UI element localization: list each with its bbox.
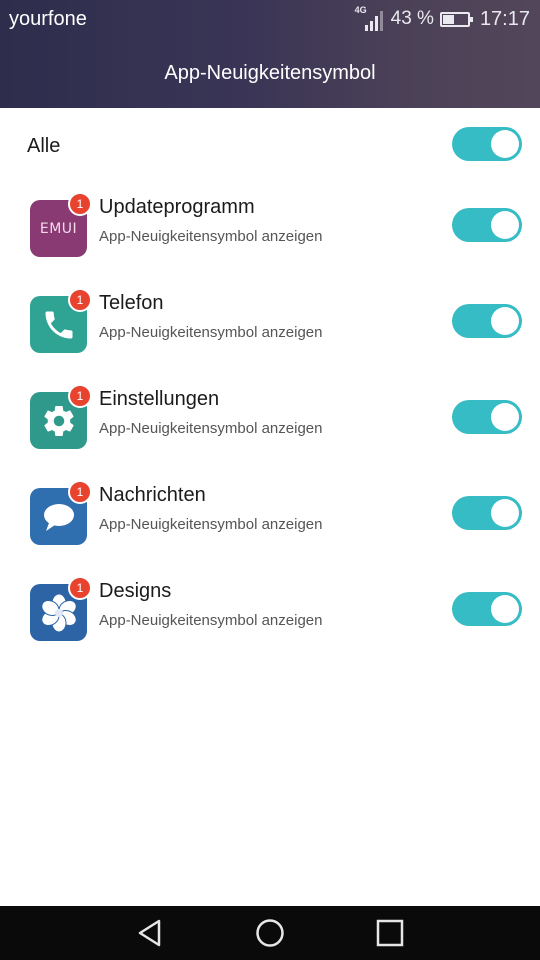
all-toggle-row[interactable]: Alle xyxy=(0,108,540,182)
all-toggle-label: Alle xyxy=(27,135,61,157)
app-name: Nachrichten xyxy=(99,484,206,506)
gear-glyph xyxy=(43,405,74,436)
toggle-knob xyxy=(491,499,519,527)
flower-glyph xyxy=(40,593,77,632)
notification-badge: 1 xyxy=(68,192,92,216)
signal-strength-icon xyxy=(364,11,383,31)
battery-icon xyxy=(439,11,473,27)
navigation-bar xyxy=(0,906,540,960)
toggle-knob xyxy=(491,307,519,335)
back-icon[interactable] xyxy=(134,917,166,949)
app-row-telefon[interactable]: 1 Telefon App-Neuigkeitensymbol anzeigen xyxy=(0,278,540,374)
home-icon[interactable] xyxy=(254,917,286,949)
app-row-updateprogramm[interactable]: EMUI 1 Updateprogramm App-Neuigkeitensym… xyxy=(0,182,540,278)
toggle-knob xyxy=(491,403,519,431)
notification-badge: 1 xyxy=(68,480,92,504)
phone-glyph xyxy=(45,311,72,338)
signal-indicator: 4G xyxy=(355,5,385,31)
clock: 17:17 xyxy=(479,7,530,30)
app-toggle-switch[interactable] xyxy=(452,304,522,338)
app-toggle-switch[interactable] xyxy=(452,208,522,242)
app-subtitle: App-Neuigkeitensymbol anzeigen xyxy=(99,516,323,533)
status-bar: yourfone 4G 43 % 17:17 xyxy=(0,0,540,40)
app-row-designs[interactable]: 1 Designs App-Neuigkeitensymbol anzeigen xyxy=(0,566,540,662)
status-indicators: 4G 43 % 17:17 xyxy=(355,5,530,32)
toggle-knob xyxy=(491,130,519,158)
app-row-nachrichten[interactable]: 1 Nachrichten App-Neuigkeitensymbol anze… xyxy=(0,470,540,566)
notification-badge: 1 xyxy=(68,384,92,408)
app-toggle-switch[interactable] xyxy=(452,496,522,530)
page-title: App-Neuigkeitensymbol xyxy=(164,62,376,84)
app-subtitle: App-Neuigkeitensymbol anzeigen xyxy=(99,228,323,245)
battery-level-fill xyxy=(442,14,454,24)
app-header: yourfone 4G 43 % 17:17 App-Neuigkeitensy… xyxy=(0,0,540,108)
recents-icon[interactable] xyxy=(374,917,406,949)
toggle-knob xyxy=(491,211,519,239)
app-name: Updateprogramm xyxy=(99,196,255,218)
notification-badge: 1 xyxy=(68,576,92,600)
app-subtitle: App-Neuigkeitensymbol anzeigen xyxy=(99,612,323,629)
app-name: Einstellungen xyxy=(99,388,220,410)
notification-badge: 1 xyxy=(68,288,92,312)
emui-icon-text: EMUI xyxy=(39,220,78,237)
settings-list: Alle EMUI 1 Updateprogramm App-Neuigkeit… xyxy=(0,108,540,662)
app-name: Telefon xyxy=(99,292,164,314)
app-toggle-switch[interactable] xyxy=(452,592,522,626)
app-row-einstellungen[interactable]: 1 Einstellungen App-Neuigkeitensymbol an… xyxy=(0,374,540,470)
chat-bubble-glyph xyxy=(43,503,74,531)
app-subtitle: App-Neuigkeitensymbol anzeigen xyxy=(99,420,323,437)
app-toggle-switch[interactable] xyxy=(452,400,522,434)
all-toggle-switch[interactable] xyxy=(452,127,522,161)
battery-percent: 43 % xyxy=(390,8,434,29)
carrier-name: yourfone xyxy=(9,8,87,30)
app-name: Designs xyxy=(99,580,172,602)
app-subtitle: App-Neuigkeitensymbol anzeigen xyxy=(99,324,323,341)
toggle-knob xyxy=(491,595,519,623)
